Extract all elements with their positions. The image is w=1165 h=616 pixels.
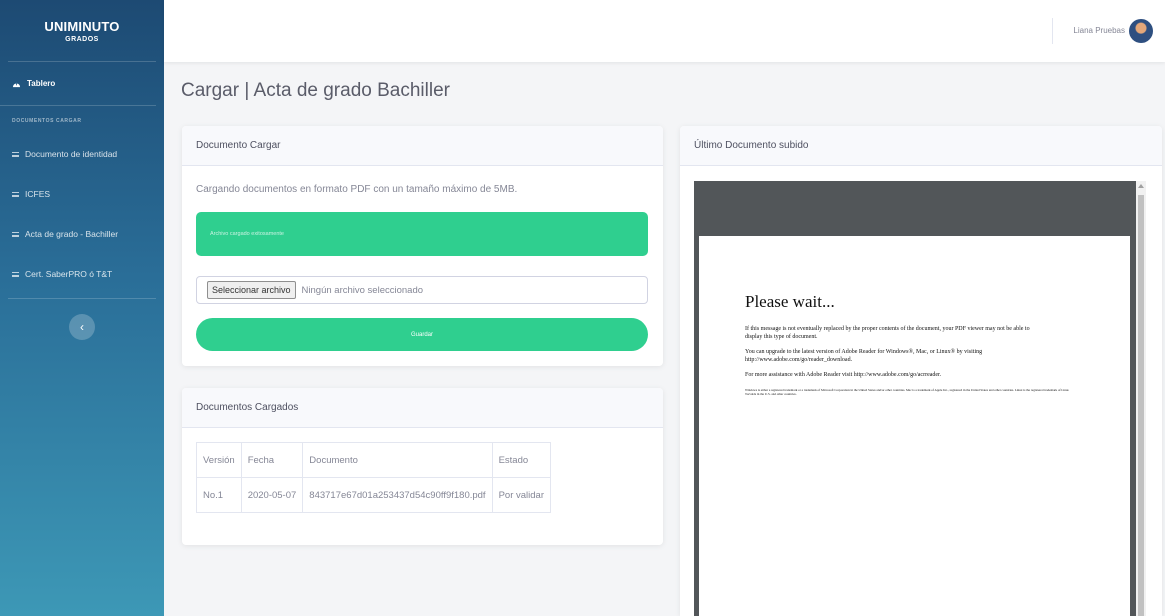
sidebar-item-dashboard[interactable]: Tablero <box>0 62 156 106</box>
pdf-footnote: Windows is either a registered trademark… <box>745 387 1069 396</box>
table-header-row: Versión Fecha Documento Estado <box>196 442 552 478</box>
pdf-title: Please wait... <box>745 292 835 311</box>
sidebar-toggle-button[interactable]: ‹ <box>69 314 95 340</box>
sidebar-item-acta-bachiller[interactable]: Acta de grado - Bachiller <box>0 214 164 254</box>
pdf-paragraph: You can upgrade to the latest version of… <box>745 349 983 363</box>
sidebar-item-label: Tablero <box>27 79 56 88</box>
table-row: No.1 2020-05-07 843717e67d01a253437d54c9… <box>196 477 552 513</box>
pdf-page: Please wait... If this message is not ev… <box>699 236 1130 616</box>
column-header: Versión <box>196 442 242 478</box>
file-input[interactable]: Seleccionar archivo Ningún archivo selec… <box>196 276 648 304</box>
sidebar-section-heading: DOCUMENTOS CARGAR <box>12 118 82 124</box>
choose-file-button[interactable]: Seleccionar archivo <box>207 281 296 299</box>
last-document-card: Último Documento subido Please wait... I… <box>680 126 1162 616</box>
sidebar-item-label: Cert. SaberPRO ó T&T <box>25 269 113 279</box>
list-icon <box>12 231 19 238</box>
viewer-scrollbar[interactable] <box>1136 181 1146 616</box>
card-header: Último Documento subido <box>680 126 1162 166</box>
sidebar-item-label: Acta de grado - Bachiller <box>25 229 119 239</box>
topbar-divider <box>1052 18 1053 44</box>
chevron-left-icon: ‹ <box>80 320 84 334</box>
loaded-documents-card: Documentos Cargados Versión Fecha Docume… <box>182 388 663 545</box>
dashboard-icon <box>12 81 21 88</box>
list-icon <box>12 151 19 158</box>
success-alert: Archivo cargado exitosamente <box>196 212 648 256</box>
documents-table: Versión Fecha Documento Estado No.1 2020… <box>196 442 552 513</box>
table-cell: 843717e67d01a253437d54c90ff9f180.pdf <box>302 477 493 513</box>
pdf-paragraph: For more assistance with Adobe Reader vi… <box>745 372 942 378</box>
column-header: Fecha <box>240 442 304 478</box>
sidebar-item-label: ICFES <box>25 189 51 199</box>
page-title: Cargar | Acta de grado Bachiller <box>181 80 450 101</box>
table-cell: Por validar <box>491 477 552 513</box>
card-header: Documento Cargar <box>182 126 663 166</box>
brand-title: UNIMINUTO <box>44 18 120 34</box>
pdf-paragraph: If this message is not eventually replac… <box>745 326 1030 340</box>
avatar[interactable] <box>1129 19 1153 43</box>
file-status: Ningún archivo seleccionado <box>301 284 424 296</box>
sidebar: UNIMINUTO GRADOS Tablero DOCUMENTOS CARG… <box>0 0 164 616</box>
card-header: Documentos Cargados <box>182 388 663 428</box>
brand-subtitle: GRADOS <box>65 35 99 43</box>
sidebar-item-icfes[interactable]: ICFES <box>0 174 164 214</box>
topbar: Liana Pruebas <box>164 0 1165 62</box>
sidebar-brand[interactable]: UNIMINUTO GRADOS <box>8 0 156 62</box>
upload-card: Documento Cargar Cargando documentos en … <box>182 126 663 366</box>
list-icon <box>12 271 19 278</box>
sidebar-item-label: Documento de identidad <box>25 149 118 159</box>
column-header: Documento <box>302 442 493 478</box>
sidebar-item-identity-document[interactable]: Documento de identidad <box>0 134 164 174</box>
list-icon <box>12 191 19 198</box>
scroll-up-icon[interactable] <box>1138 184 1144 188</box>
save-button[interactable]: Guardar <box>196 318 648 351</box>
sidebar-item-saberpro[interactable]: Cert. SaberPRO ó T&T <box>0 254 164 294</box>
sidebar-divider <box>8 298 156 299</box>
scrollbar-thumb[interactable] <box>1138 195 1144 616</box>
table-cell: 2020-05-07 <box>240 477 304 513</box>
table-cell: No.1 <box>196 477 242 513</box>
user-name[interactable]: Liana Pruebas <box>1073 26 1125 35</box>
column-header: Estado <box>491 442 552 478</box>
alert-text: Archivo cargado exitosamente <box>210 231 284 237</box>
upload-description: Cargando documentos en formato PDF con u… <box>196 184 518 195</box>
pdf-viewer[interactable]: Please wait... If this message is not ev… <box>694 181 1146 616</box>
